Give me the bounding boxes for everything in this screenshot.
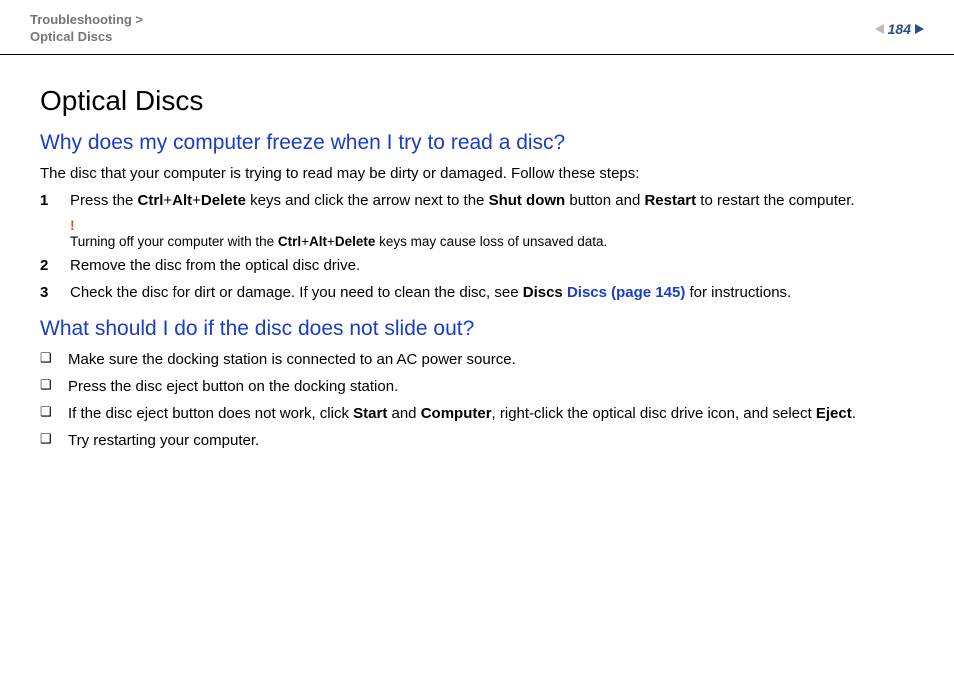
section1-intro: The disc that your computer is trying to… (40, 163, 914, 184)
discs-page-link[interactable]: Discs (page 145) (567, 284, 685, 301)
step-number: 3 (40, 282, 54, 303)
bullet-icon: ❑ (40, 403, 54, 424)
page-header: Troubleshooting > Optical Discs 184 (0, 0, 954, 55)
step-1: 1 Press the Ctrl+Alt+Delete keys and cli… (40, 190, 914, 211)
list-item: ❑ If the disc eject button does not work… (40, 403, 914, 424)
breadcrumb: Troubleshooting > Optical Discs (30, 12, 143, 46)
breadcrumb-bottom: Optical Discs (30, 29, 112, 44)
list-item: ❑ Press the disc eject button on the doc… (40, 376, 914, 397)
page-title: Optical Discs (40, 85, 914, 117)
page-content: Optical Discs Why does my computer freez… (0, 55, 954, 451)
page-number: 184 (888, 21, 911, 37)
page-number-nav: 184 (875, 21, 924, 37)
step-number: 1 (40, 190, 54, 211)
list-item-text: Press the disc eject button on the docki… (68, 376, 398, 397)
list-item: ❑ Make sure the docking station is conne… (40, 349, 914, 370)
breadcrumb-top: Troubleshooting > (30, 12, 143, 27)
discs-link-label: Discs (523, 284, 567, 301)
prev-page-icon[interactable] (875, 24, 884, 34)
warning-icon: ! (70, 217, 914, 233)
warning-note: ! Turning off your computer with the Ctr… (70, 217, 914, 249)
section2-heading: What should I do if the disc does not sl… (40, 317, 914, 341)
step-text: Check the disc for dirt or damage. If yo… (70, 282, 791, 303)
step-text: Remove the disc from the optical disc dr… (70, 255, 360, 276)
step-3: 3 Check the disc for dirt or damage. If … (40, 282, 914, 303)
list-item-text: If the disc eject button does not work, … (68, 403, 856, 424)
list-item-text: Make sure the docking station is connect… (68, 349, 516, 370)
note-text: Turning off your computer with the Ctrl+… (70, 234, 607, 249)
section1-heading: Why does my computer freeze when I try t… (40, 131, 914, 155)
bullet-icon: ❑ (40, 430, 54, 451)
step-2: 2 Remove the disc from the optical disc … (40, 255, 914, 276)
list-item: ❑ Try restarting your computer. (40, 430, 914, 451)
step-text: Press the Ctrl+Alt+Delete keys and click… (70, 190, 855, 211)
next-page-icon[interactable] (915, 24, 924, 34)
bullet-icon: ❑ (40, 376, 54, 397)
list-item-text: Try restarting your computer. (68, 430, 259, 451)
bullet-icon: ❑ (40, 349, 54, 370)
step-number: 2 (40, 255, 54, 276)
